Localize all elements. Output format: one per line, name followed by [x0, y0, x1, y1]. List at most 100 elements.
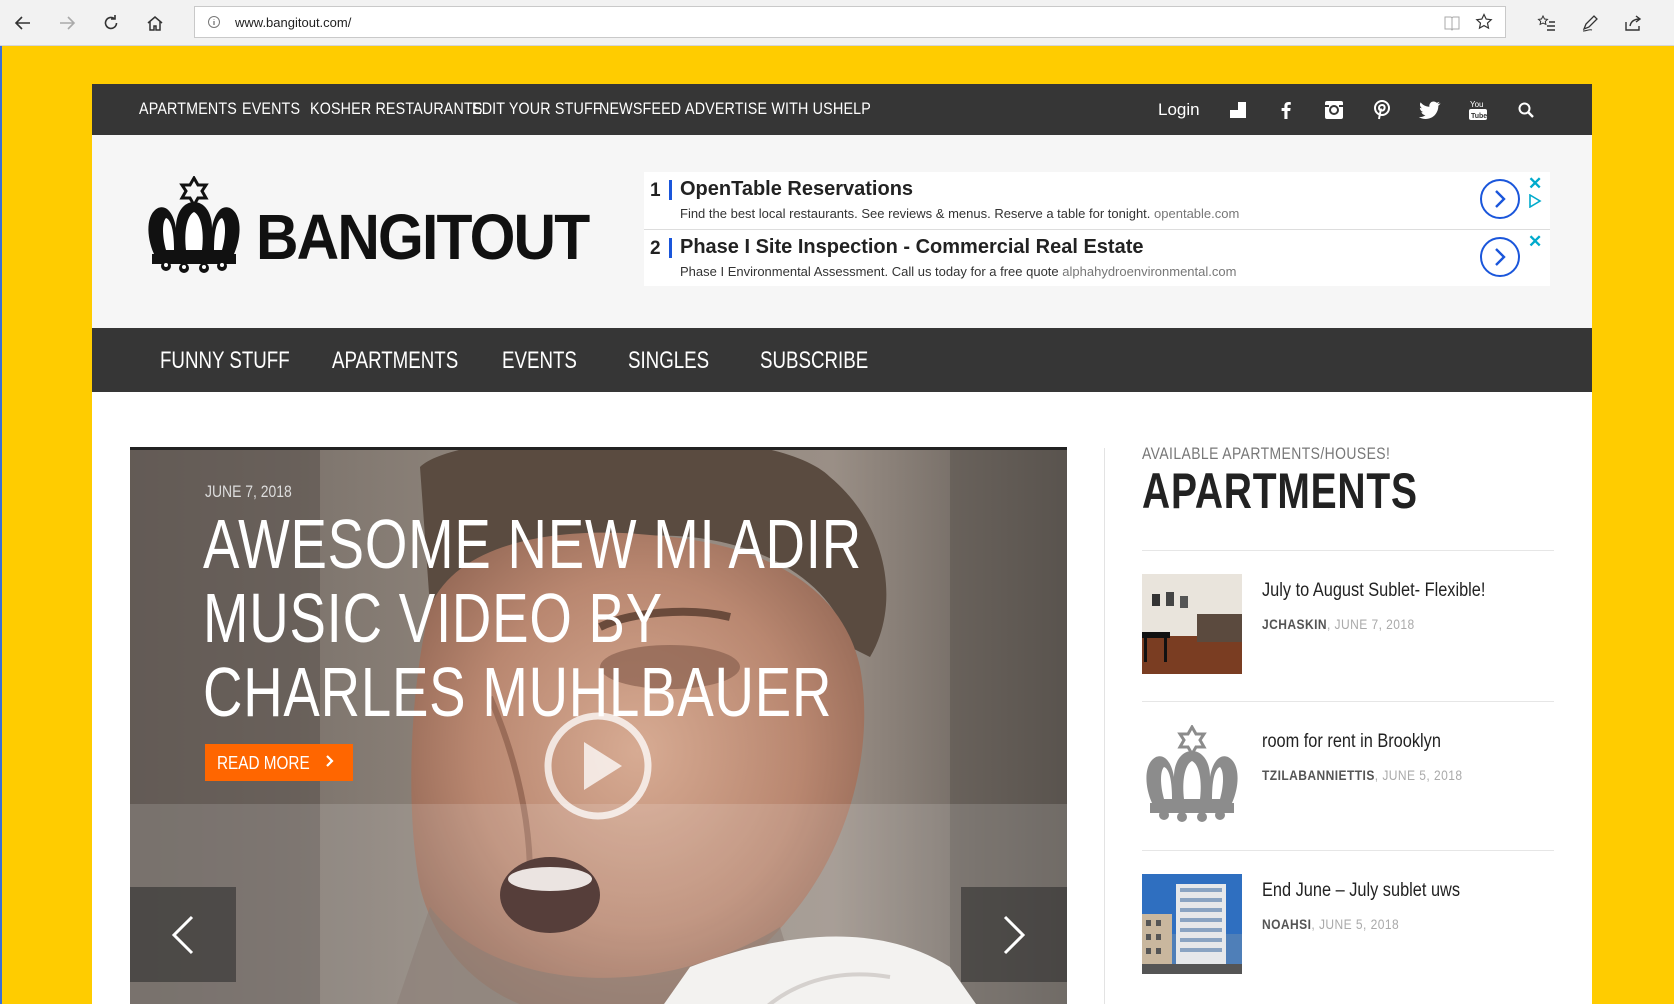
apartment-listing[interactable]: room for rent in Brooklyn TZILABANNIETTI… — [1142, 725, 1554, 825]
top-nav-apartments[interactable]: APARTMENTS — [139, 99, 237, 119]
apartment-title[interactable]: room for rent in Brooklyn — [1262, 731, 1441, 753]
apartment-meta: JCHASKIN, JUNE 7, 2018 — [1262, 616, 1415, 632]
top-navigation: APARTMENTS EVENTS KOSHER RESTAURANTS EDI… — [92, 84, 1592, 135]
crown-placeholder-icon — [1142, 725, 1242, 825]
top-nav-edit-your-stuff[interactable]: EDIT YOUR STUFF — [472, 99, 602, 119]
star-icon[interactable] — [1475, 13, 1493, 31]
instagram-icon — [1325, 101, 1343, 119]
top-nav-help[interactable]: HELP — [833, 99, 871, 119]
apartment-title[interactable]: July to August Sublet- Flexible! — [1262, 580, 1485, 602]
ad-description: Phase I Environmental Assessment. Call u… — [680, 264, 1236, 279]
share-icon — [1625, 15, 1642, 31]
slider-prev-button[interactable] — [130, 887, 236, 982]
apartment-thumbnail[interactable] — [1142, 574, 1242, 674]
main-nav-singles[interactable]: SINGLES — [628, 347, 709, 375]
forward-button[interactable] — [52, 8, 82, 38]
site-logo[interactable]: BANGITOUT — [144, 176, 614, 276]
room-photo — [1142, 574, 1242, 674]
ad-go-button[interactable] — [1480, 179, 1520, 219]
info-icon[interactable] — [207, 15, 221, 29]
ad-close-icon[interactable]: ✕ — [1528, 232, 1542, 252]
social-link-youtube[interactable]: You Tube — [1465, 97, 1491, 123]
apartment-author[interactable]: JCHASKIN — [1262, 616, 1327, 632]
apartments-sidebar: AVAILABLE APARTMENTS/HOUSES! APARTMENTS … — [1142, 444, 1554, 1004]
ad-title[interactable]: Phase I Site Inspection - Commercial Rea… — [680, 236, 1144, 259]
apartment-meta: TZILABANNIETTIS, JUNE 5, 2018 — [1262, 767, 1462, 783]
main-navigation: FUNNY STUFF APARTMENTS EVENTS SINGLES SU… — [92, 328, 1592, 392]
top-nav-events[interactable]: EVENTS — [242, 99, 300, 119]
ad-number-divider — [669, 238, 672, 258]
top-nav-kosher-restaurants[interactable]: KOSHER RESTAURANTS — [310, 99, 483, 119]
apartment-listing[interactable]: End June – July sublet uws NOAHSI, JUNE … — [1142, 874, 1554, 974]
refresh-icon — [104, 15, 118, 30]
address-bar[interactable]: www.bangitout.com/ — [194, 6, 1506, 38]
sidebar-rule — [1142, 850, 1554, 851]
url-text[interactable]: www.bangitout.com/ — [235, 15, 351, 30]
ad-item[interactable]: 2 Phase I Site Inspection - Commercial R… — [644, 230, 1550, 286]
adchoices-icon[interactable] — [1528, 194, 1542, 208]
ad-description-text: Find the best local restaurants. See rev… — [680, 206, 1151, 221]
apartment-date: JUNE 5, 2018 — [1318, 916, 1400, 932]
ad-number: 2 — [650, 238, 661, 259]
login-link[interactable]: Login — [1158, 100, 1200, 120]
home-button[interactable] — [140, 8, 170, 38]
youtube-icon: You Tube — [1469, 100, 1487, 120]
social-link-twitter[interactable] — [1417, 97, 1443, 123]
main-nav-apartments[interactable]: APARTMENTS — [332, 347, 458, 375]
ad-number-divider — [669, 180, 672, 200]
site-header: BANGITOUT 1 OpenTable Reservations Find … — [92, 135, 1592, 328]
sidebar-divider — [1104, 448, 1105, 1004]
home-icon — [147, 16, 163, 31]
forward-arrow-icon — [60, 16, 76, 30]
read-more-button[interactable]: READ MORE — [205, 744, 353, 781]
building-photo — [1142, 874, 1242, 974]
top-nav-advertise[interactable]: ADVERTISE WITH US! — [685, 99, 837, 119]
sidebar-rule — [1142, 550, 1554, 551]
chevron-right-icon — [1495, 190, 1506, 208]
play-icon[interactable] — [542, 710, 654, 822]
apartment-thumbnail[interactable] — [1142, 874, 1242, 974]
slider-next-button[interactable] — [961, 887, 1067, 982]
top-nav-newsfeed[interactable]: NEWSFEED — [599, 99, 681, 119]
refresh-button[interactable] — [96, 8, 126, 38]
ad-close-icon[interactable]: ✕ — [1528, 174, 1542, 194]
search-button[interactable] — [1513, 97, 1539, 123]
apartment-author[interactable]: NOAHSI — [1262, 916, 1311, 932]
featured-slider[interactable]: JUNE 7, 2018 AWESOME NEW MI ADIR MUSIC V… — [130, 447, 1067, 1004]
web-note-button[interactable] — [1575, 8, 1605, 38]
share-button[interactable] — [1618, 8, 1648, 38]
chevron-right-icon — [1003, 915, 1026, 954]
pen-icon — [1582, 15, 1598, 32]
ad-title[interactable]: OpenTable Reservations — [680, 178, 913, 201]
favorites-hub-button[interactable] — [1532, 8, 1562, 38]
back-button[interactable] — [8, 8, 38, 38]
main-nav-events[interactable]: EVENTS — [502, 347, 577, 375]
slide-title[interactable]: AWESOME NEW MI ADIR MUSIC VIDEO BY CHARL… — [203, 507, 889, 729]
social-link-squares[interactable] — [1225, 97, 1251, 123]
apartment-author[interactable]: TZILABANNIETTIS — [1262, 767, 1375, 783]
twitter-icon — [1418, 101, 1441, 119]
apartment-thumbnail[interactable] — [1142, 725, 1242, 825]
ad-domain[interactable]: alphahydroenvironmental.com — [1062, 264, 1236, 279]
ad-domain[interactable]: opentable.com — [1154, 206, 1239, 221]
squares-icon — [1230, 102, 1246, 118]
sidebar-eyebrow: AVAILABLE APARTMENTS/HOUSES! — [1142, 444, 1391, 463]
ad-item[interactable]: 1 OpenTable Reservations Find the best l… — [644, 172, 1550, 228]
social-link-instagram[interactable] — [1321, 97, 1347, 123]
social-link-facebook[interactable] — [1273, 97, 1299, 123]
search-icon — [1518, 102, 1534, 118]
reading-view-icon[interactable] — [1443, 14, 1461, 32]
apartment-title[interactable]: End June – July sublet uws — [1262, 880, 1460, 902]
slider-top-border — [130, 447, 1067, 450]
ad-go-button[interactable] — [1480, 237, 1520, 277]
social-link-pinterest[interactable] — [1369, 97, 1395, 123]
apartment-listing[interactable]: July to August Sublet- Flexible! JCHASKI… — [1142, 574, 1554, 674]
main-nav-subscribe[interactable]: SUBSCRIBE — [760, 347, 868, 375]
sidebar-heading: APARTMENTS — [1142, 463, 1418, 519]
site-container: APARTMENTS EVENTS KOSHER RESTAURANTS EDI… — [92, 84, 1592, 1004]
favorites-list-icon — [1537, 14, 1555, 31]
page-viewport: APARTMENTS EVENTS KOSHER RESTAURANTS EDI… — [0, 46, 1674, 1004]
read-more-label: READ MORE — [217, 753, 310, 773]
main-nav-funny-stuff[interactable]: FUNNY STUFF — [160, 347, 290, 375]
facebook-icon — [1281, 102, 1291, 119]
